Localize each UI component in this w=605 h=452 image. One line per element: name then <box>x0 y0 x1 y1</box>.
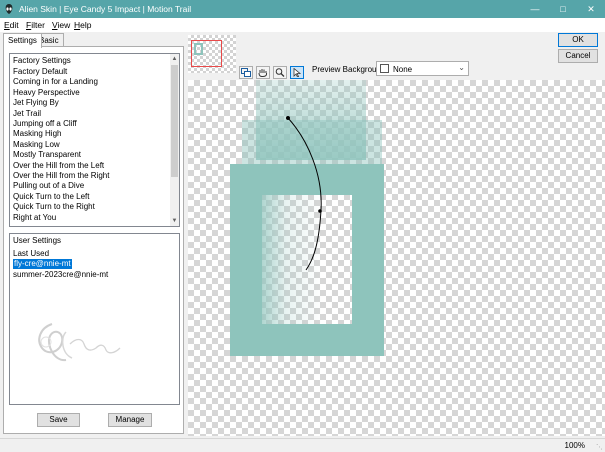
manage-button[interactable]: Manage <box>108 413 152 427</box>
resize-grip-icon[interactable]: ⋱ <box>596 443 603 451</box>
title-bar: Alien Skin | Eye Candy 5 Impact | Motion… <box>0 0 605 18</box>
user-preset-item[interactable]: summer-2023cre@nnie-mt <box>13 270 108 280</box>
menu-filter[interactable]: Filter <box>26 20 45 30</box>
arrow-select-icon <box>293 68 302 77</box>
window-title: Alien Skin | Eye Candy 5 Impact | Motion… <box>19 4 192 14</box>
preview-background-value: None <box>393 65 413 74</box>
user-preset-item[interactable]: fly-cre@nnie-mt <box>13 259 72 270</box>
zoom-level: 100% <box>564 441 585 450</box>
status-bar: 100% ⋱ <box>0 438 605 452</box>
scroll-up-icon[interactable]: ▲ <box>170 54 179 64</box>
menu-help[interactable]: Help <box>74 20 91 30</box>
factory-preset-item[interactable]: Masking High <box>13 129 61 139</box>
motion-trail-ghost-lower <box>242 120 382 170</box>
factory-settings-scrollbar[interactable]: ▲ ▼ <box>170 54 179 226</box>
navigator-thumbnail[interactable] <box>188 35 236 73</box>
toggle-preview-button[interactable] <box>239 66 253 79</box>
factory-preset-item[interactable]: Pulling out of a Dive <box>13 181 84 191</box>
factory-preset-item[interactable]: Quick Turn to the Left <box>13 192 89 202</box>
user-preset-item[interactable]: Last Used <box>13 249 49 259</box>
tab-settings[interactable]: Settings <box>3 33 42 48</box>
factory-preset-item[interactable]: Jet Flying By <box>13 98 59 108</box>
preview-render <box>230 80 384 356</box>
factory-preset-item[interactable]: Heavy Perspective <box>13 88 80 98</box>
hand-icon <box>258 69 268 77</box>
cancel-button[interactable]: Cancel <box>558 49 598 63</box>
alien-skin-app-icon <box>5 4 13 14</box>
factory-preset-item[interactable]: Over the Hill from the Left <box>13 161 104 171</box>
factory-preset-item[interactable]: Coming in for a Landing <box>13 77 98 87</box>
maximize-icon[interactable]: □ <box>549 0 577 18</box>
factory-preset-item[interactable]: Mostly Transparent <box>13 150 81 160</box>
factory-preset-item[interactable]: Right at You <box>13 213 56 223</box>
factory-preset-item[interactable]: Jet Trail <box>13 109 41 119</box>
factory-preset-item[interactable]: Factory Default <box>13 67 67 77</box>
zoom-tool-button[interactable] <box>273 66 287 79</box>
minimize-icon[interactable]: — <box>521 0 549 18</box>
close-icon[interactable]: ✕ <box>577 0 605 18</box>
zoom-icon <box>275 68 285 77</box>
motion-path-mid-handle[interactable] <box>318 209 322 213</box>
save-button[interactable]: Save <box>37 413 80 427</box>
background-swatch <box>380 64 389 73</box>
menu-view[interactable]: View <box>52 20 70 30</box>
menu-edit[interactable]: Edit <box>4 20 19 30</box>
motion-path-start-handle[interactable] <box>286 116 290 120</box>
user-settings-list[interactable]: User Settings Last Used fly-cre@nnie-mt su… <box>9 233 180 405</box>
scroll-down-icon[interactable]: ▼ <box>170 216 179 226</box>
inner-fade <box>262 195 322 324</box>
settings-panel: Factory Settings Factory Default Coming i… <box>3 46 184 434</box>
sylviane-watermark-signature <box>38 323 121 362</box>
chevron-down-icon: ⌄ <box>458 63 465 72</box>
preview-area: Preview Background: None ⌄ <box>188 32 605 438</box>
factory-preset-item[interactable]: Over the Hill from the Right <box>13 171 109 181</box>
factory-settings-header: Factory Settings <box>13 56 71 65</box>
arrow-select-tool-button[interactable] <box>290 66 304 79</box>
factory-preset-item[interactable]: Masking Low <box>13 140 60 150</box>
ok-button[interactable]: OK <box>558 33 598 47</box>
toggle-preview-icon <box>241 68 251 77</box>
menu-bar: Edit Filter View Help <box>0 18 605 32</box>
scroll-thumb[interactable] <box>171 65 178 177</box>
hand-tool-button[interactable] <box>256 66 270 79</box>
factory-preset-item[interactable]: Quick Turn to the Right <box>13 202 95 212</box>
factory-preset-item[interactable]: Jumping off a Cliff <box>13 119 77 129</box>
thumbnail-shape <box>194 43 203 55</box>
factory-settings-list[interactable]: Factory Settings Factory Default Coming i… <box>9 53 180 227</box>
user-settings-header: User Settings <box>13 236 62 245</box>
preview-canvas[interactable] <box>188 80 605 436</box>
preview-background-dropdown[interactable]: None ⌄ <box>376 61 469 76</box>
